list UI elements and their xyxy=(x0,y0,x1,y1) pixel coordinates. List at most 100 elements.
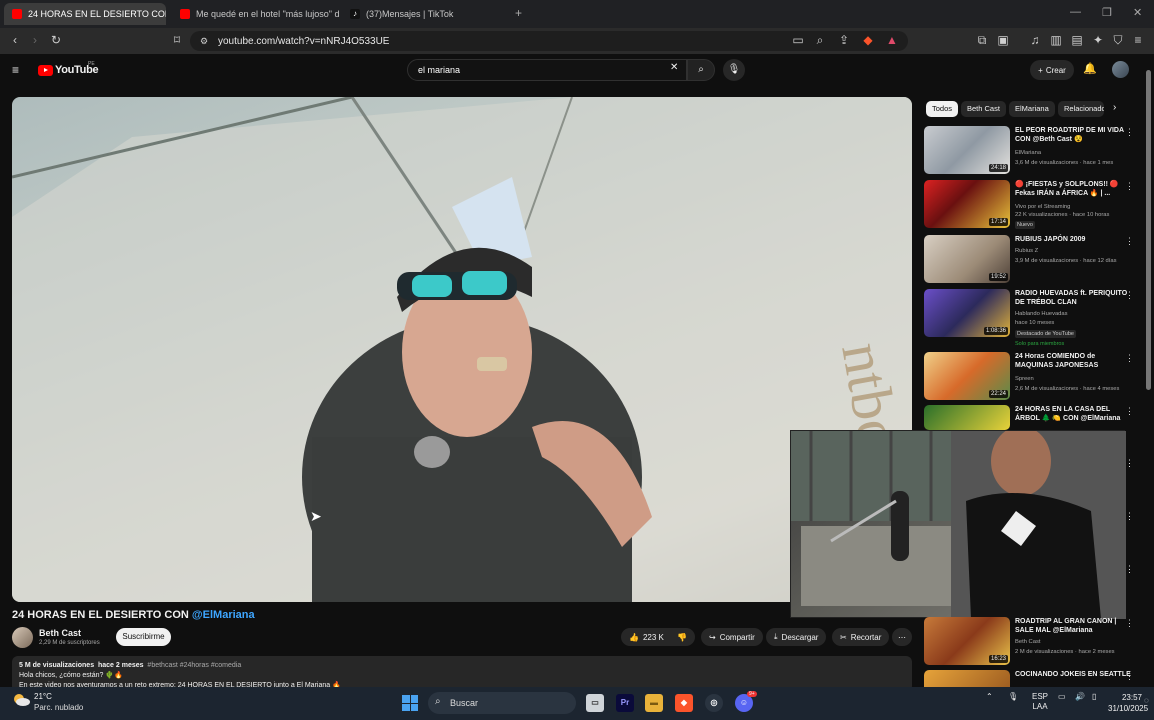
file-explorer-icon[interactable]: ▬ xyxy=(645,694,663,712)
youtube-logo-icon[interactable] xyxy=(38,65,53,76)
video-thumbnail[interactable]: 24:18 xyxy=(924,126,1010,174)
recommendation-channel[interactable]: Rubius Z xyxy=(1015,247,1135,255)
more-vertical-icon[interactable]: ⋮ xyxy=(1125,458,1134,469)
more-vertical-icon[interactable]: ⋮ xyxy=(1125,618,1134,629)
back-icon[interactable]: ‹ xyxy=(7,32,23,48)
recommendation-card[interactable]: 24:18 EL PEOR ROADTRIP DE MI VIDA CON @B… xyxy=(924,126,1146,178)
account-avatar[interactable] xyxy=(1112,61,1129,78)
recommendation-card[interactable]: COCINANDO JOKEIS EN SEATTLE ⋮ xyxy=(924,670,1146,687)
recommendation-title[interactable]: ROADTRIP AL GRAN CANON | SALE MAL @ElMar… xyxy=(1015,617,1133,635)
task-view-icon[interactable]: ▭ xyxy=(586,694,604,712)
minimize-window-icon[interactable]: — xyxy=(1070,6,1081,18)
brave-shields-icon[interactable]: ◆ xyxy=(860,32,876,48)
vpn-icon[interactable]: ⛉ xyxy=(1110,32,1126,48)
more-vertical-icon[interactable]: ⋮ xyxy=(1125,290,1134,301)
voice-search-button[interactable]: 🎙 xyxy=(723,59,745,81)
chip-elmariana[interactable]: ElMariana xyxy=(1009,101,1055,117)
start-button[interactable] xyxy=(402,695,418,711)
sidebar-icon[interactable]: ▥ xyxy=(1048,32,1064,48)
more-vertical-icon[interactable]: ⋮ xyxy=(1125,564,1134,575)
tray-overflow-icon[interactable]: ⌃ xyxy=(986,692,993,701)
screenshot-icon[interactable]: ▣ xyxy=(995,32,1011,48)
recommendation-card[interactable]: 24 HORAS EN LA CASA DEL ÁRBOL 🌲 🍋 CON @E… xyxy=(924,405,1146,431)
recommendation-card[interactable]: 1:08:36 RADIO HUEVADAS ft. PERIQUITO DE … xyxy=(924,289,1146,349)
zoom-icon[interactable]: ⌕ xyxy=(812,32,828,48)
media-icon[interactable]: ♫ xyxy=(1027,32,1043,48)
video-thumbnail[interactable]: 1:08:36 xyxy=(924,289,1010,337)
hashtags[interactable]: #bethcast #24horas #comedia xyxy=(147,662,241,669)
clip-button[interactable]: ✂ Recortar xyxy=(832,628,890,646)
recommendation-title[interactable]: RADIO HUEVADAS ft. PERIQUITO DE TRÉBOL C… xyxy=(1015,289,1133,307)
tab-youtube-active[interactable]: 24 HORAS EN EL DESIERTO CON ✕ xyxy=(4,3,166,25)
recommendation-channel[interactable]: Hablando Huevadas xyxy=(1015,310,1135,318)
chevron-right-icon[interactable]: › xyxy=(1113,102,1116,113)
dislike-button[interactable]: 👎 xyxy=(669,628,695,646)
obs-icon[interactable]: ◎ xyxy=(705,694,723,712)
recommendation-title[interactable]: 24 Horas COMIENDO de MAQUINAS JAPONESAS xyxy=(1015,352,1133,370)
more-vertical-icon[interactable]: ⋮ xyxy=(1125,353,1134,364)
site-info-icon[interactable]: ⚙ xyxy=(196,33,212,49)
video-thumbnail[interactable]: 22:24 xyxy=(924,352,1010,400)
recommendation-card[interactable]: 16:23 ROADTRIP AL GRAN CANON | SALE MAL … xyxy=(924,617,1146,669)
more-vertical-icon[interactable]: ⋮ xyxy=(1125,181,1134,192)
title-mention-link[interactable]: @ElMariana xyxy=(192,609,255,621)
language-indicator[interactable]: ESP LAA xyxy=(1032,692,1048,712)
wallet-icon[interactable]: ▤ xyxy=(1069,32,1085,48)
recommendation-channel[interactable]: Vivo por el Streaming xyxy=(1015,203,1135,211)
leo-ai-icon[interactable]: ✦ xyxy=(1090,32,1106,48)
weather-cloud-icon[interactable] xyxy=(12,692,30,708)
close-window-icon[interactable]: ✕ xyxy=(1133,6,1142,19)
channel-avatar[interactable] xyxy=(12,627,33,648)
weather-temperature[interactable]: 21°C xyxy=(34,692,52,701)
tab-hotel[interactable]: Me quedé en el hotel "más lujoso" d xyxy=(172,3,340,25)
chip-todos[interactable]: Todos xyxy=(926,101,959,117)
volume-icon[interactable]: 🔊 xyxy=(1075,692,1085,701)
download-button[interactable]: ⤓ Descargar xyxy=(766,628,827,646)
reload-icon[interactable]: ↻ xyxy=(48,32,64,48)
more-vertical-icon[interactable]: ⋮ xyxy=(1125,671,1134,682)
bookmark-icon[interactable]: ⌑ xyxy=(169,32,185,48)
clear-search-icon[interactable]: ✕ xyxy=(670,62,678,73)
recommendation-channel[interactable]: Spreen xyxy=(1015,375,1135,383)
chip-relacionado[interactable]: Relacionado xyxy=(1058,101,1104,117)
video-thumbnail[interactable]: 16:23 xyxy=(924,617,1010,665)
battery-icon[interactable]: ▯ xyxy=(1092,692,1096,701)
video-thumbnail[interactable]: 19:52 xyxy=(924,235,1010,283)
picture-in-picture-webcam[interactable] xyxy=(790,426,1126,619)
video-thumbnail[interactable] xyxy=(924,670,1010,687)
recommendation-card[interactable]: 22:24 24 Horas COMIENDO de MAQUINAS JAPO… xyxy=(924,352,1146,404)
weather-condition[interactable]: Parc. nublado xyxy=(34,703,83,712)
recommendation-title[interactable]: 24 HORAS EN LA CASA DEL ÁRBOL 🌲 🍋 CON @E… xyxy=(1015,405,1133,423)
recommendation-title[interactable]: EL PEOR ROADTRIP DE MI VIDA CON @Beth Ca… xyxy=(1015,126,1133,144)
chip-beth-cast[interactable]: Beth Cast xyxy=(961,101,1006,117)
hamburger-menu-icon[interactable]: ≡ xyxy=(12,63,19,77)
like-button[interactable]: 👍 223 K xyxy=(621,628,669,646)
system-clock[interactable]: 23:57 31/10/2025 xyxy=(1108,692,1148,714)
video-player[interactable]: ntboc xyxy=(12,97,912,602)
more-actions-button[interactable]: ⋯ xyxy=(892,628,912,646)
page-scrollbar[interactable] xyxy=(1146,70,1151,390)
search-input[interactable]: el mariana xyxy=(407,59,687,81)
recommendation-title[interactable]: RUBIUS JAPÓN 2009 xyxy=(1015,235,1133,244)
network-icon[interactable]: ▭ xyxy=(1058,692,1066,701)
tab-tiktok[interactable]: ♪ (37)Mensajes | TikTok xyxy=(342,3,512,25)
forward-icon[interactable]: › xyxy=(27,32,43,48)
subscribe-button[interactable]: Suscribirme xyxy=(116,628,171,646)
maximize-window-icon[interactable]: ❐ xyxy=(1102,6,1112,19)
create-button[interactable]: + Crear xyxy=(1030,60,1074,80)
more-vertical-icon[interactable]: ⋮ xyxy=(1125,406,1134,417)
brave-rewards-icon[interactable]: ▲ xyxy=(884,32,900,48)
brave-browser-icon[interactable]: ◆ xyxy=(675,694,693,712)
notification-center-icon[interactable]: ◌ xyxy=(1144,696,1149,705)
menu-icon[interactable]: ≡ xyxy=(1130,32,1146,48)
more-vertical-icon[interactable]: ⋮ xyxy=(1125,127,1134,138)
recommendation-card[interactable]: 17:14 🔴 ¡FIESTAS y SOLPLONS!! 🔴 Fekas IR… xyxy=(924,180,1146,232)
recommendation-card[interactable]: 19:52 RUBIUS JAPÓN 2009 Rubius Z 3,9 M d… xyxy=(924,235,1146,287)
search-button[interactable]: ⌕ xyxy=(687,59,715,81)
video-thumbnail[interactable] xyxy=(924,405,1010,430)
recommendation-title[interactable]: 🔴 ¡FIESTAS y SOLPLONS!! 🔴 Fekas IRÁN a Á… xyxy=(1015,180,1133,198)
recommendation-channel[interactable]: ElMariana xyxy=(1015,149,1135,157)
more-vertical-icon[interactable]: ⋮ xyxy=(1125,511,1134,522)
taskbar-search[interactable]: ⌕ Buscar xyxy=(428,692,576,714)
premiere-pro-icon[interactable]: Pr xyxy=(616,694,634,712)
